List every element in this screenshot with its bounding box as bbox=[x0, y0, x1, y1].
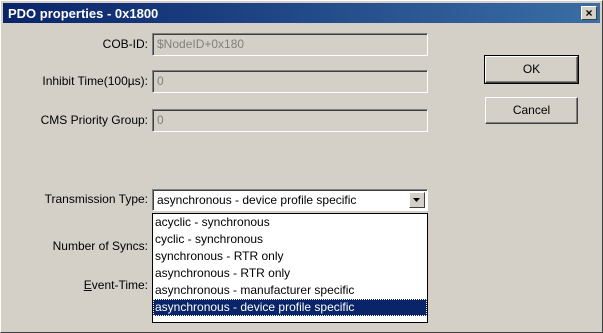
event-time-label: Event-Time: bbox=[5, 278, 148, 292]
transmission-type-select[interactable]: asynchronous - device profile specific bbox=[152, 189, 428, 211]
transmission-type-dropdown: acyclic - synchronous cyclic - synchrono… bbox=[152, 213, 428, 323]
cms-priority-field[interactable]: 0 bbox=[152, 109, 428, 132]
event-time-mnemonic: E bbox=[83, 278, 92, 292]
transmission-type-value: asynchronous - device profile specific bbox=[157, 193, 357, 207]
title-bar[interactable]: PDO properties - 0x1800 × bbox=[3, 3, 600, 23]
cob-id-field[interactable]: $NodeID+0x180 bbox=[152, 33, 428, 56]
dropdown-option[interactable]: acyclic - synchronous bbox=[153, 214, 427, 231]
close-icon: × bbox=[585, 6, 593, 20]
ok-button[interactable]: OK bbox=[484, 55, 579, 84]
dropdown-option[interactable]: asynchronous - RTR only bbox=[153, 265, 427, 282]
dropdown-option-selected[interactable]: asynchronous - device profile specific bbox=[153, 299, 427, 316]
cms-priority-label: CMS Priority Group: bbox=[40, 113, 148, 127]
dropdown-option[interactable]: asynchronous - manufacturer specific bbox=[153, 282, 427, 299]
close-button[interactable]: × bbox=[581, 6, 597, 20]
cob-id-label: COB-ID: bbox=[102, 37, 148, 51]
dropdown-option[interactable]: cyclic - synchronous bbox=[153, 231, 427, 248]
num-syncs-label: Number of Syncs: bbox=[52, 239, 148, 253]
inhibit-time-field[interactable]: 0 bbox=[152, 70, 428, 93]
inhibit-time-label: Inhibit Time(100µs): bbox=[42, 74, 148, 88]
cancel-button[interactable]: Cancel bbox=[485, 97, 578, 124]
dropdown-option[interactable]: synchronous - RTR only bbox=[153, 248, 427, 265]
dialog-window: PDO properties - 0x1800 × COB-ID: $NodeI… bbox=[0, 0, 603, 333]
dropdown-arrow-button[interactable] bbox=[409, 192, 425, 208]
chevron-down-icon bbox=[413, 198, 420, 202]
event-time-label-rest: vent-Time: bbox=[91, 278, 148, 292]
window-title: PDO properties - 0x1800 bbox=[8, 6, 159, 21]
transmission-type-label: Transmission Type: bbox=[44, 192, 148, 206]
